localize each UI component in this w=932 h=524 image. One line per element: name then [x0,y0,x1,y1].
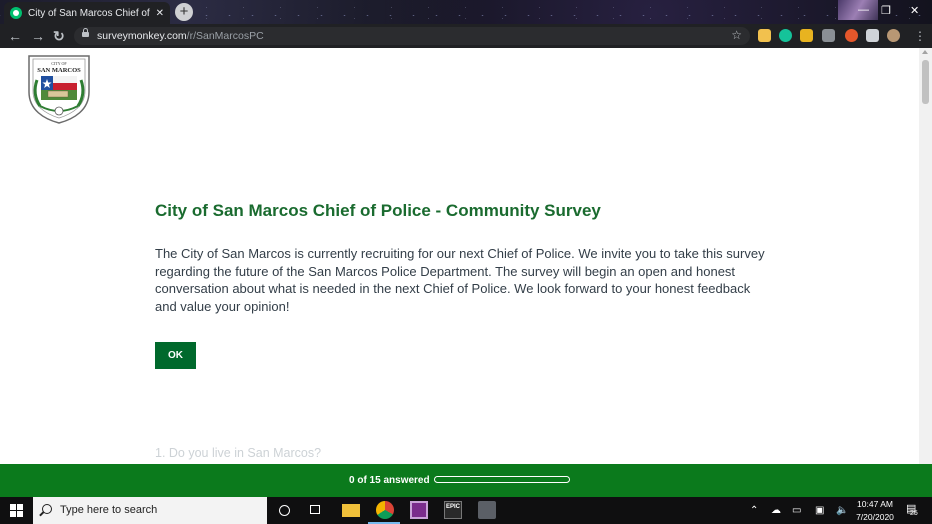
lock-icon[interactable] [82,28,89,37]
scroll-thumb[interactable] [922,60,929,104]
profile-avatar[interactable] [887,29,900,42]
extension-notes-icon[interactable] [758,29,771,42]
logo-text-main: SAN MARCOS [37,67,81,74]
page-scrollbar[interactable] [919,48,932,464]
restore-icon[interactable]: ❐ [881,4,891,17]
browser-tab-bar: City of San Marcos Chief of Polic ✕ + — … [0,0,932,24]
survey-intro-text: The City of San Marcos is currently recr… [155,246,765,314]
onedrive-icon[interactable]: ☁ [771,506,781,516]
surveymonkey-favicon-icon [10,7,22,19]
task-view-icon[interactable] [310,505,320,514]
back-icon[interactable]: ← [8,28,22,44]
clock-date[interactable]: 7/20/2020 [852,512,898,522]
progress-footer: 0 of 15 answered [0,464,919,497]
url-text[interactable]: surveymonkey.com/r/SanMarcosPC [97,30,264,42]
notification-count: 25 [910,510,918,517]
menu-dots-icon[interactable]: ⋮ [914,28,926,44]
close-window-icon[interactable]: ✕ [910,4,919,17]
photo-app-icon[interactable] [410,501,428,519]
progress-label: 0 of 15 answered [349,475,430,486]
progress-track [434,476,570,483]
url-host: surveymonkey.com [97,30,187,42]
extensions-puzzle-icon[interactable] [866,29,879,42]
cortana-icon[interactable] [279,505,290,516]
taskbar-search-box[interactable]: Type here to search [33,497,267,524]
survey-page: CITY OF SAN MARCOS City of San Marcos Ch… [0,48,919,464]
battery-icon[interactable]: ▭ [792,506,801,516]
calculator-icon[interactable] [478,501,496,519]
bookmark-star-icon[interactable]: ☆ [731,28,742,42]
footer-side [919,464,932,497]
url-path: /r/SanMarcosPC [186,30,264,42]
extension-grammarly-icon[interactable] [779,29,792,42]
windows-start-icon[interactable] [10,504,23,517]
scroll-up-arrow-icon[interactable] [922,50,928,54]
address-bar[interactable]: surveymonkey.com/r/SanMarcosPC ☆ [74,27,750,45]
file-explorer-icon[interactable] [342,504,360,517]
survey-title: City of San Marcos Chief of Police - Com… [155,201,601,220]
clock-time[interactable]: 10:47 AM [852,499,898,509]
volume-icon[interactable]: 🔈 [836,506,848,516]
logo-text-top: CITY OF [51,61,67,66]
san-marcos-seal-logo: CITY OF SAN MARCOS [28,55,90,124]
extension-nb-icon[interactable] [822,29,835,42]
tab-close-icon[interactable]: ✕ [156,8,164,19]
show-hidden-icons-icon[interactable]: ⌃ [750,506,758,516]
reload-icon[interactable]: ↻ [53,28,65,44]
epic-label: EPIC [446,504,461,510]
tab-title: City of San Marcos Chief of Polic [28,7,152,19]
windows-taskbar: Type here to search EPIC ⌃ ☁ ▭ ▣ 🔈 10:47… [0,497,932,524]
extension-orange-icon[interactable] [845,29,858,42]
search-icon [42,504,52,514]
browser-tab[interactable]: City of San Marcos Chief of Polic ✕ [4,2,170,24]
forward-icon[interactable]: → [31,28,45,44]
new-tab-button[interactable]: + [175,3,193,21]
extension-honey-icon[interactable] [800,29,813,42]
minimize-icon[interactable]: — [858,4,869,16]
taskbar-search-placeholder: Type here to search [60,504,158,516]
network-icon[interactable]: ▣ [815,506,824,516]
epic-games-icon[interactable]: EPIC [444,501,462,519]
question-1-label[interactable]: 1. Do you live in San Marcos? [155,446,321,460]
browser-toolbar: ← → ↻ surveymonkey.com/r/SanMarcosPC ☆ ⋮ [0,24,932,48]
ok-button[interactable]: OK [155,342,196,369]
chrome-icon[interactable] [376,501,394,519]
